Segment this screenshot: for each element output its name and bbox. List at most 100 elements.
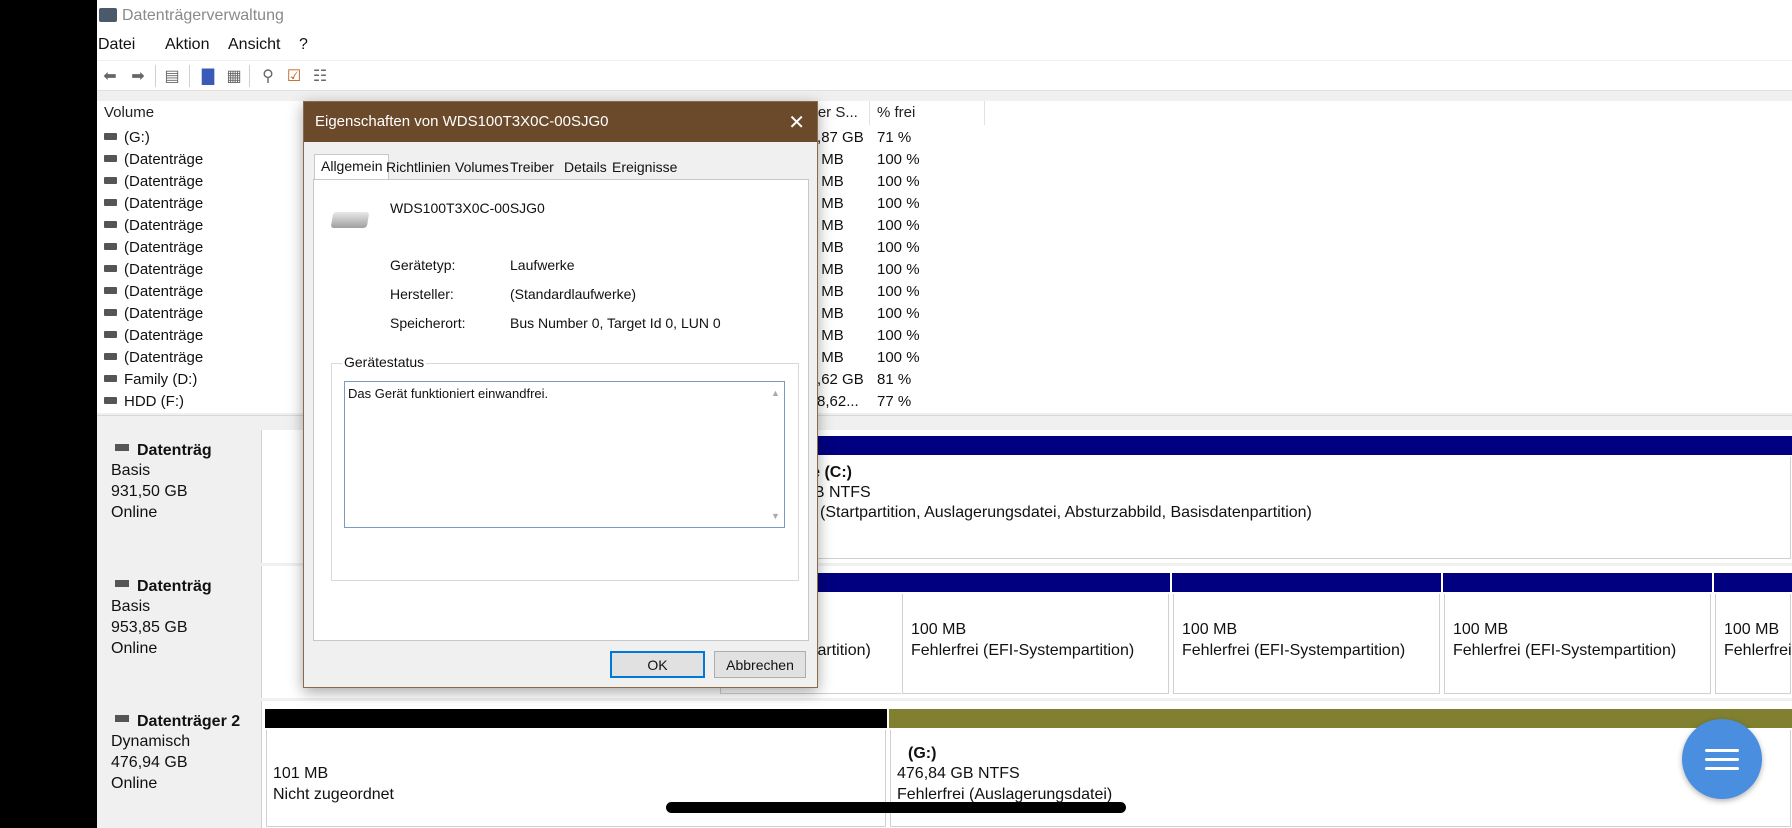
checklist-icon[interactable]: ☑: [283, 66, 305, 86]
partition-status: Fehlerfrei (EFI-Systempartition): [1182, 642, 1406, 659]
tab-ereignisse[interactable]: Ereignisse: [606, 156, 683, 179]
cancel-button[interactable]: Abbrechen: [714, 651, 806, 678]
menu-aktion[interactable]: Aktion: [165, 36, 209, 54]
scroll-up-icon[interactable]: ▲: [771, 388, 780, 398]
title-bar: Datenträgerverwaltung: [97, 0, 1792, 30]
volume-name: (Datenträge: [124, 151, 204, 168]
volume-pct-free: 71 %: [877, 129, 912, 146]
volume-icon: [104, 353, 117, 360]
volume-pct-free: 100 %: [877, 349, 920, 366]
partition-size: 101 MB: [273, 765, 329, 782]
device-name: WDS100T3X0C-00SJG0: [390, 200, 545, 216]
close-icon[interactable]: ✕: [788, 110, 805, 135]
partition-efi-2[interactable]: 100 MB Fehlerfrei (EFI-Systempartition): [901, 573, 1170, 695]
partition-status: Nicht zugeordnet: [273, 786, 394, 803]
disk-name: Datenträg: [137, 442, 212, 459]
disk-size: 476,94 GB: [111, 754, 188, 771]
dialog-title-bar[interactable]: Eigenschaften von WDS100T3X0C-00SJG0 ✕: [304, 102, 817, 142]
volume-name: (Datenträge: [124, 239, 204, 256]
field-label-device-type: Gerätetyp:: [390, 257, 456, 273]
disk-1-label[interactable]: Datenträg Basis 953,85 GB Online: [97, 566, 262, 698]
disk-2-label[interactable]: Datenträger 2 Dynamisch 476,94 GB Online: [97, 701, 262, 828]
partition-efi-3[interactable]: 100 MB Fehlerfrei (EFI-Systempartition): [1172, 573, 1441, 695]
volume-icon: [104, 177, 117, 184]
menu-fab-button[interactable]: [1682, 719, 1762, 799]
tab-richtlinien[interactable]: Richtlinien: [380, 156, 457, 179]
disk-icon: [115, 715, 129, 722]
partition-c[interactable]: OS NVMe (C:) 930,88 GB NTFS Fehlerfrei (…: [739, 436, 1792, 560]
home-indicator[interactable]: [666, 802, 1126, 813]
tab-allgemein[interactable]: Allgemein: [314, 154, 390, 180]
partition-size: 100 MB: [1724, 621, 1780, 638]
back-arrow-icon[interactable]: ⬅: [99, 66, 121, 86]
device-status-title: Gerätestatus: [342, 354, 427, 370]
volume-icon: [104, 265, 117, 272]
volume-icon: [104, 375, 117, 382]
view-list-icon[interactable]: ☷: [309, 66, 331, 86]
disk-status: Online: [111, 640, 158, 657]
disk-name: Datenträg: [137, 578, 212, 595]
field-value-device-type: Laufwerke: [510, 257, 575, 273]
volume-icon: [104, 155, 117, 162]
volume-name: (Datenträge: [124, 283, 204, 300]
volume-pct-free: 100 %: [877, 305, 920, 322]
volume-pct-free: 100 %: [877, 195, 920, 212]
volume-pct-free: 100 %: [877, 283, 920, 300]
volume-icon: [104, 221, 117, 228]
menu-datei[interactable]: Datei: [98, 36, 135, 54]
properties-pane-icon[interactable]: ▦: [223, 66, 245, 86]
field-label-location: Speicherort:: [390, 315, 466, 331]
volume-icon: [104, 331, 117, 338]
disk-name: Datenträger 2: [137, 713, 241, 730]
disk-icon: [115, 580, 129, 587]
partition-efi-5[interactable]: 100 MB Fehlerfrei: [1714, 573, 1792, 695]
volume-name: HDD (F:): [124, 393, 184, 410]
forward-arrow-icon[interactable]: ➡: [127, 66, 149, 86]
volume-icon: [104, 309, 117, 316]
volume-name: (Datenträge: [124, 349, 204, 366]
disk-type: Dynamisch: [111, 733, 191, 750]
connect-icon[interactable]: ⚲: [257, 66, 279, 86]
tab-treiber[interactable]: Treiber: [504, 156, 560, 179]
scroll-down-icon[interactable]: ▼: [771, 511, 780, 521]
volume-pct-free: 100 %: [877, 239, 920, 256]
disk-type: Basis: [111, 598, 151, 615]
hamburger-icon: [1705, 749, 1739, 752]
field-label-manufacturer: Hersteller:: [390, 286, 454, 302]
toolbar: ⬅ ➡ ▤ ▇ ▦ ⚲ ☑ ☷: [97, 61, 1792, 91]
partition-bar: [739, 436, 1792, 455]
volume-icon: [104, 287, 117, 294]
menu-ansicht[interactable]: Ansicht: [228, 36, 280, 54]
partition-efi-4[interactable]: 100 MB Fehlerfrei (EFI-Systempartition): [1443, 573, 1712, 695]
volume-icon: [104, 243, 117, 250]
volume-pct-free: 100 %: [877, 217, 920, 234]
partition-size: 100 MB: [1453, 621, 1509, 638]
device-status-text: Das Gerät funktioniert einwandfrei.: [348, 386, 549, 401]
disk-0-label[interactable]: Datenträg Basis 931,50 GB Online: [97, 430, 262, 563]
partition-name: (G:): [908, 745, 937, 762]
disk-icon: [115, 444, 129, 451]
volume-name: (Datenträge: [124, 173, 204, 190]
volume-pct-free: 100 %: [877, 261, 920, 278]
dialog-title: Eigenschaften von WDS100T3X0C-00SJG0: [315, 113, 609, 130]
partition-size: 476,84 GB NTFS: [897, 765, 1020, 782]
console-tree-icon[interactable]: ▤: [161, 66, 183, 86]
col-pct-free[interactable]: % frei: [870, 101, 985, 125]
help-icon[interactable]: ▇: [197, 66, 219, 86]
partition-status: Fehlerfrei (EFI-Systempartition): [911, 642, 1135, 659]
menu-bar: Datei Aktion Ansicht ?: [97, 30, 1792, 60]
volume-name: Family (D:): [124, 371, 198, 388]
menu-help[interactable]: ?: [299, 36, 308, 54]
volume-icon: [104, 133, 117, 140]
status-scrollbar[interactable]: ▲ ▼: [767, 382, 784, 527]
device-status-textbox[interactable]: Das Gerät funktioniert einwandfrei. ▲ ▼: [344, 381, 785, 528]
disk-status: Online: [111, 504, 158, 521]
properties-dialog: Eigenschaften von WDS100T3X0C-00SJG0 ✕ A…: [303, 101, 818, 688]
disk-management-window: Datenträgerverwaltung Datei Aktion Ansic…: [97, 0, 1792, 828]
col-volume[interactable]: Volume: [97, 101, 317, 125]
field-value-location: Bus Number 0, Target Id 0, LUN 0: [510, 315, 721, 331]
ok-button[interactable]: OK: [610, 651, 705, 678]
tab-details[interactable]: Details: [558, 156, 613, 179]
volume-name: (Datenträge: [124, 195, 204, 212]
volume-pct-free: 81 %: [877, 371, 912, 388]
